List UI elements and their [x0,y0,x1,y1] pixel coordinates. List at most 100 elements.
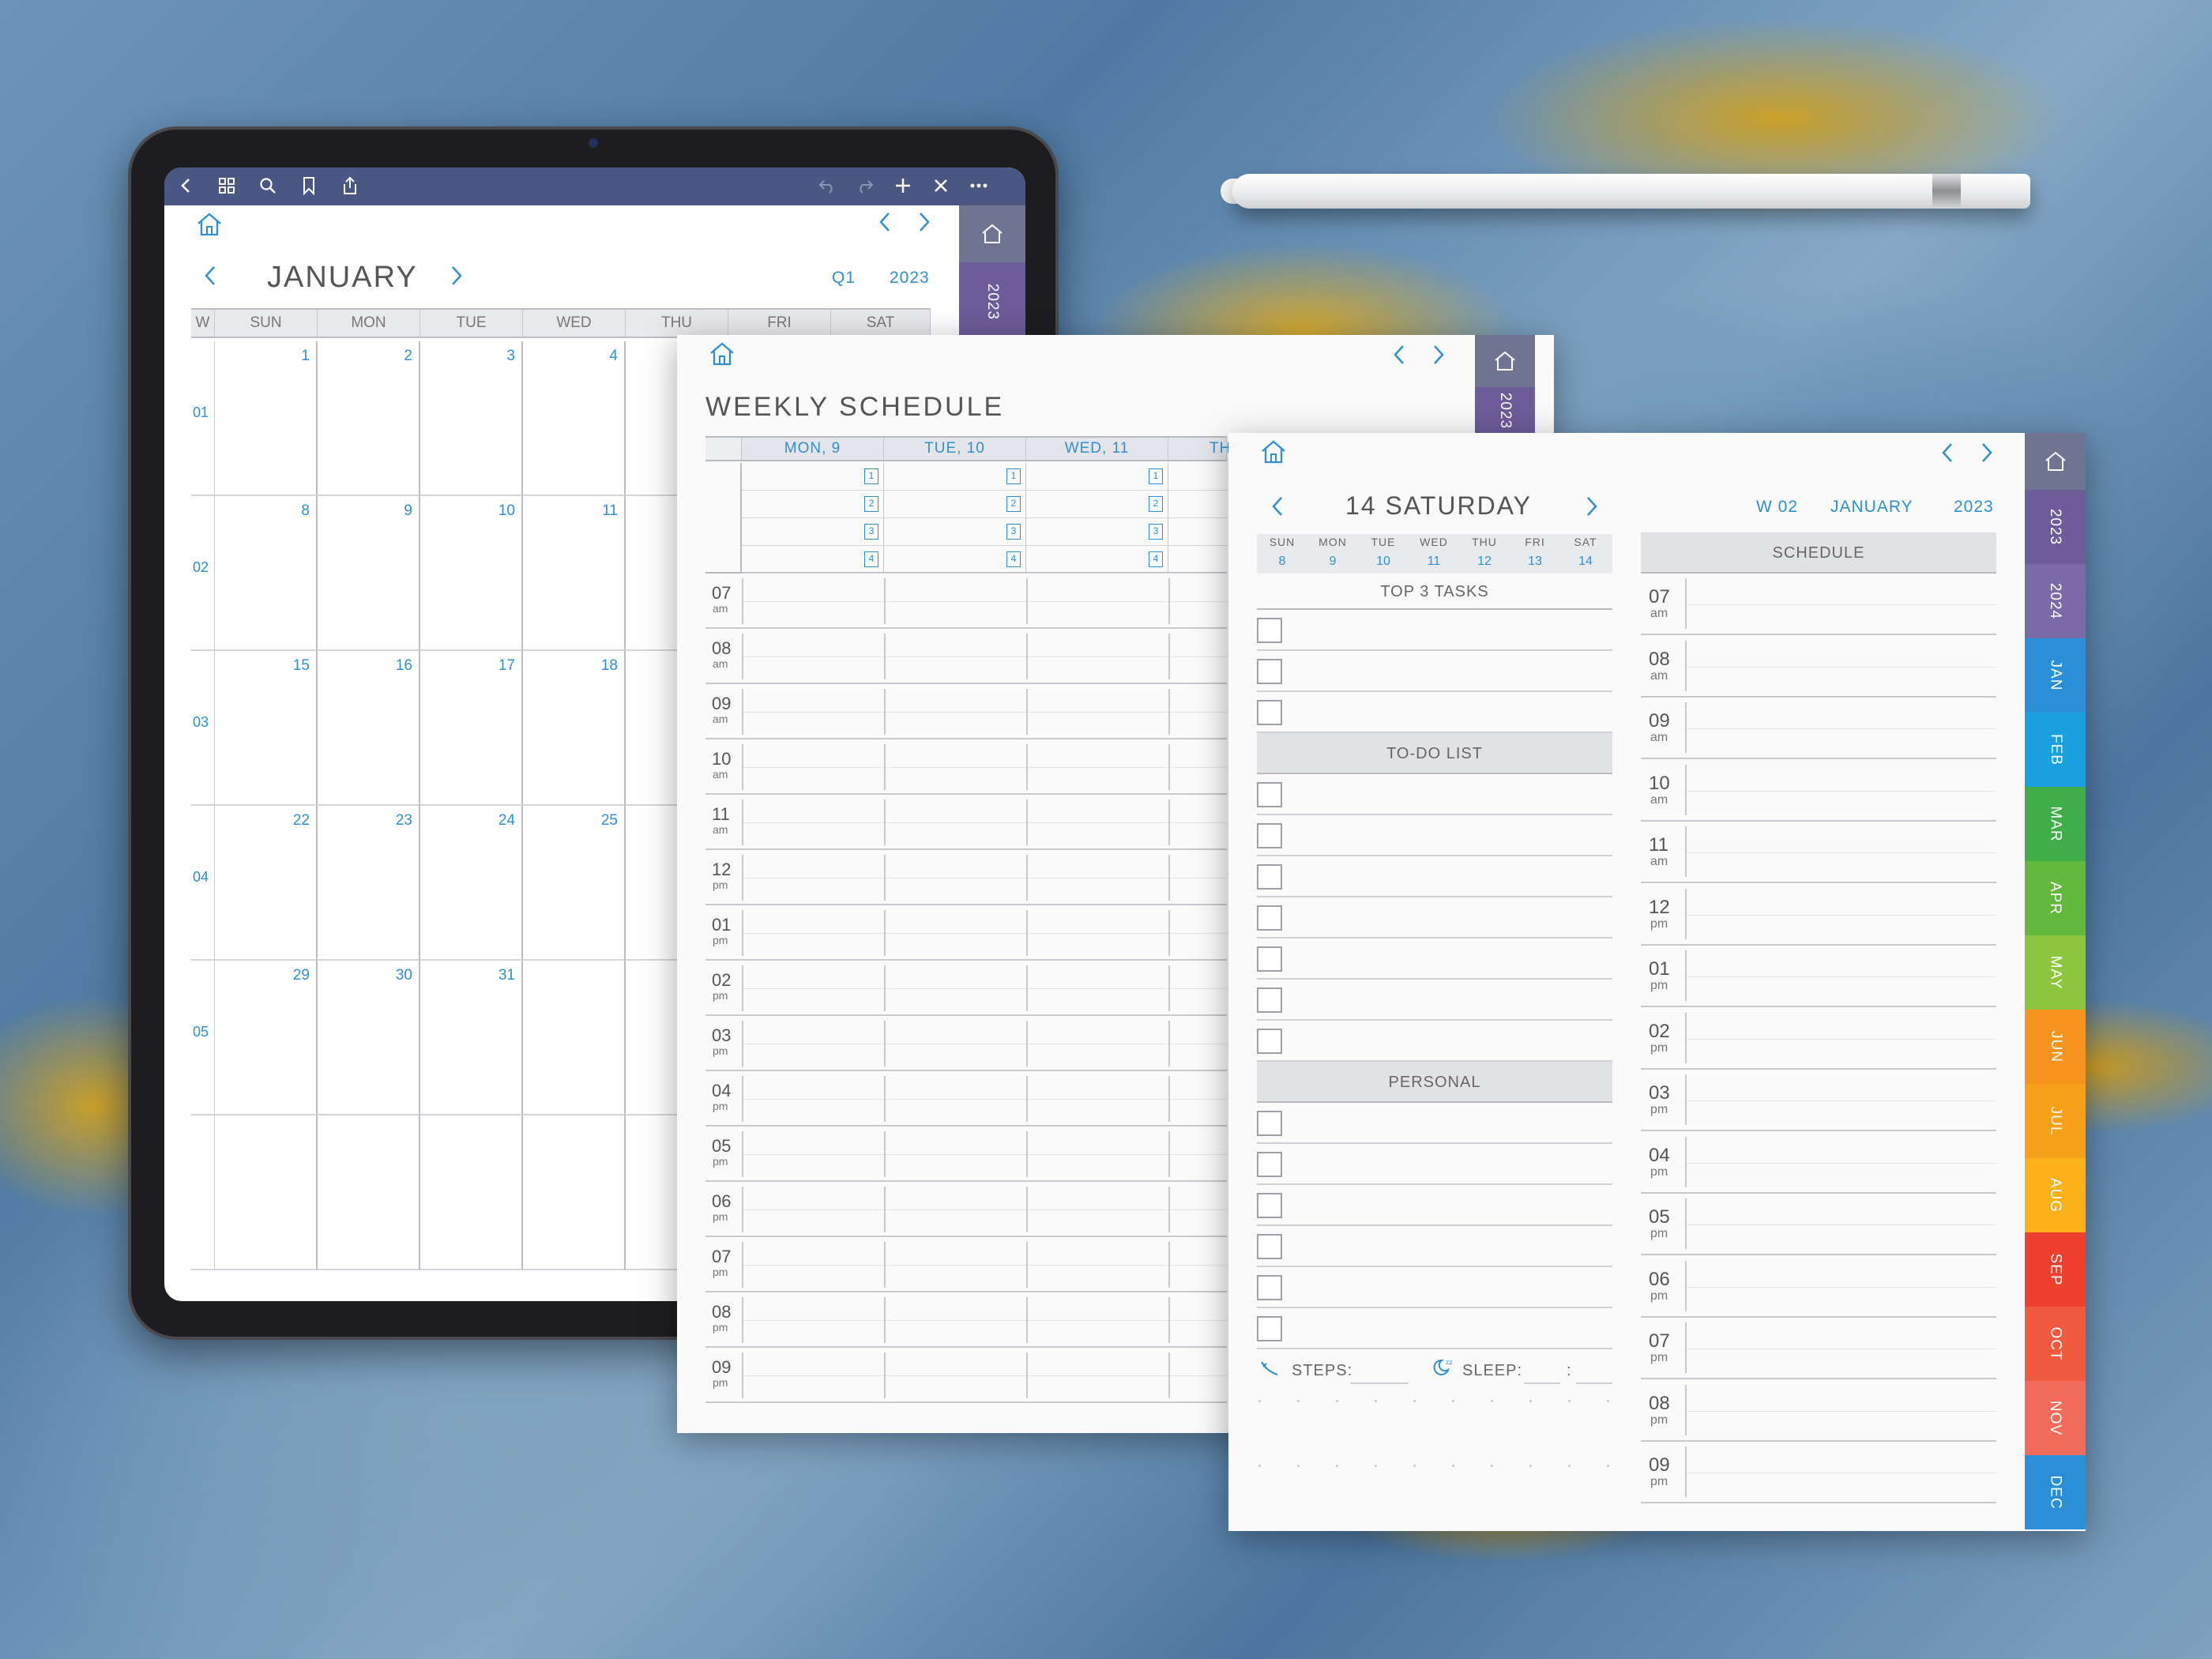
weekly-time-slot[interactable] [1026,799,1168,845]
weekly-time-slot[interactable] [884,910,1026,956]
task-checkbox[interactable] [1257,1029,1282,1054]
schedule-hour-row[interactable]: 07 am [1641,574,1996,635]
weekly-time-slot[interactable] [1026,634,1168,679]
week-number[interactable]: 04 [193,869,209,886]
day-cell[interactable]: 10 [420,496,523,651]
day-cell[interactable]: 4 [523,341,626,496]
weekly-task-slot[interactable] [1168,518,1227,546]
weekly-time-slot[interactable] [1026,578,1168,624]
task-row[interactable] [1257,692,1612,733]
weekly-time-slot[interactable] [1168,799,1227,845]
weekly-task-slot[interactable]: 1 [1026,463,1168,491]
next-day-icon[interactable] [1584,495,1600,518]
weekly-task-slot[interactable]: 1 [884,463,1026,491]
week-number[interactable]: 01 [193,404,209,421]
task-row[interactable] [1257,939,1612,980]
day-cell[interactable] [523,1115,626,1270]
side-tab-oct[interactable]: OCT [2025,1307,2086,1381]
weekly-time-slot[interactable] [884,855,1026,901]
weekly-time-slot[interactable] [1026,1187,1168,1232]
schedule-hour-row[interactable]: 09 am [1641,698,1996,759]
plus-icon[interactable] [893,175,913,196]
side-tab-nov[interactable]: NOV [2025,1381,2086,1455]
weekly-task-slot[interactable] [1168,546,1227,574]
weekly-time-slot[interactable] [1168,1187,1227,1232]
schedule-hour-row[interactable]: 04 pm [1641,1132,1996,1194]
share-icon[interactable] [340,175,360,196]
day-cell[interactable]: 17 [420,651,523,806]
tablet-year-tab[interactable]: 2023 [959,262,1025,341]
week-number[interactable]: 03 [193,714,209,731]
schedule-hour-row[interactable]: 02 pm [1641,1008,1996,1070]
task-row[interactable] [1257,1308,1612,1349]
side-tab-apr[interactable]: APR [2025,861,2086,935]
daily-next-page-icon[interactable] [1979,441,1995,465]
day-cell[interactable]: 24 [420,806,523,961]
side-tab-jun[interactable]: JUN [2025,1010,2086,1084]
daily-home-tab[interactable] [2025,433,2086,490]
sleep-hours-line[interactable] [1524,1382,1560,1384]
weekly-time-slot[interactable] [742,855,884,901]
more-icon[interactable] [969,175,989,196]
weekly-time-slot[interactable] [742,1242,884,1288]
task-row[interactable] [1257,774,1612,815]
weekly-time-slot[interactable] [1026,1021,1168,1066]
weekly-time-slot[interactable] [1168,1352,1227,1398]
mini-week-day[interactable]: THU 12 [1459,536,1510,569]
undo-icon[interactable] [817,175,837,196]
weekly-time-slot[interactable] [742,1131,884,1177]
weekly-time-slot[interactable] [1168,744,1227,790]
task-row[interactable] [1257,1103,1612,1144]
task-row[interactable] [1257,1226,1612,1267]
task-checkbox[interactable] [1257,1316,1282,1341]
weekly-time-slot[interactable] [884,689,1026,735]
weekly-time-slot[interactable] [742,1076,884,1122]
task-checkbox[interactable] [1257,1275,1282,1300]
weekly-task-slot[interactable]: 1 [742,463,884,491]
schedule-hour-row[interactable]: 07 pm [1641,1318,1996,1379]
weekly-time-slot[interactable] [1026,910,1168,956]
day-cell[interactable]: 15 [215,651,318,806]
day-cell[interactable]: 2 [318,341,420,496]
task-checkbox[interactable] [1257,864,1282,890]
week-link[interactable]: W 02 [1756,498,1798,517]
weekly-time-slot[interactable] [1168,1242,1227,1288]
grid-icon[interactable] [216,175,237,196]
back-icon[interactable] [175,175,196,196]
weekly-time-slot[interactable] [884,965,1026,1011]
home-icon[interactable] [196,212,223,237]
weekly-time-slot[interactable] [1026,1076,1168,1122]
task-checkbox[interactable] [1257,782,1282,807]
next-month-icon[interactable] [449,264,465,288]
schedule-hour-row[interactable]: 08 am [1641,636,1996,698]
task-row[interactable] [1257,856,1612,897]
steps-input-line[interactable] [1350,1382,1409,1384]
daily-home-icon[interactable] [1260,439,1287,465]
prev-day-icon[interactable] [1270,495,1285,518]
quarter-link[interactable]: Q1 [832,269,856,288]
weekly-time-slot[interactable] [1026,1131,1168,1177]
weekly-time-slot[interactable] [742,910,884,956]
weekly-time-slot[interactable] [884,1021,1026,1066]
task-row[interactable] [1257,980,1612,1021]
mini-week-day[interactable]: FRI 13 [1510,536,1560,569]
weekly-time-slot[interactable] [1026,965,1168,1011]
side-tab-dec[interactable]: DEC [2025,1455,2086,1529]
weekly-task-slot[interactable]: 2 [884,491,1026,518]
mini-week-day[interactable]: WED 11 [1409,536,1459,569]
weekly-time-slot[interactable] [742,1021,884,1066]
weekly-task-slot[interactable]: 2 [742,491,884,518]
weekly-time-slot[interactable] [884,1076,1026,1122]
redo-icon[interactable] [855,175,875,196]
schedule-hour-row[interactable]: 01 pm [1641,946,1996,1007]
weekly-time-slot[interactable] [884,1297,1026,1343]
task-row[interactable] [1257,610,1612,651]
day-cell[interactable] [318,1115,420,1270]
weekly-year-tab[interactable]: 2023 [1475,387,1535,434]
week-number[interactable]: 02 [193,559,209,576]
schedule-hour-row[interactable]: 06 pm [1641,1256,1996,1318]
weekly-task-slot[interactable]: 3 [884,518,1026,546]
weekly-time-slot[interactable] [1026,1352,1168,1398]
task-checkbox[interactable] [1257,618,1282,643]
weekly-time-slot[interactable] [742,965,884,1011]
